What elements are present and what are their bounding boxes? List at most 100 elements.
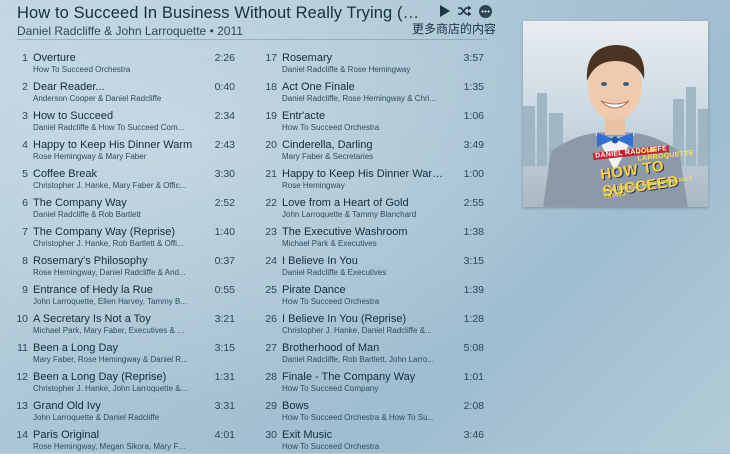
- album-title: How to Succeed In Business Without Reall…: [17, 4, 422, 22]
- track-artist: Christopher J. Hanke, Daniel Radcliffe &…: [282, 326, 432, 335]
- track-duration: 3:30: [214, 168, 235, 180]
- track-row[interactable]: 5 Coffee Break Christopher J. Hanke, Mary …: [14, 164, 239, 193]
- track-artist: How To Succeed Orchestra: [282, 123, 380, 132]
- track-row[interactable]: 13 Grand Old Ivy John Larroquette & Daniel…: [14, 396, 239, 425]
- track-artist: Christopher J. Hanke, John Larroquette &…: [33, 384, 188, 393]
- track-title: Coffee Break: [33, 168, 98, 180]
- track-duration: 1:00: [463, 168, 484, 180]
- track-title: Been a Long Day: [33, 342, 119, 354]
- track-duration: 1:28: [463, 313, 484, 325]
- more-icon[interactable]: [479, 4, 492, 18]
- track-title: Entr'acte: [282, 110, 326, 122]
- track-title: The Company Way: [33, 197, 127, 209]
- track-row[interactable]: 26 I Believe In You (Reprise) Christopher …: [263, 309, 488, 338]
- track-duration: 5:08: [463, 342, 484, 354]
- track-title: I Believe In You (Reprise): [282, 313, 407, 325]
- track-title: Bows: [282, 400, 309, 412]
- track-artist: How To Succeed Orchestra & How To Su...: [282, 413, 435, 422]
- track-title: Happy to Keep His Dinner Warm...: [282, 168, 450, 180]
- track-title: Grand Old Ivy: [33, 400, 101, 412]
- track-title: Overture: [33, 52, 76, 64]
- track-row[interactable]: 24 I Believe In You Daniel Radcliffe & Exe…: [263, 251, 488, 280]
- track-title: Rosemary: [282, 52, 333, 64]
- track-number: 12: [16, 371, 28, 383]
- track-duration: 3:21: [214, 313, 235, 325]
- track-artist: Daniel Radcliffe, Rob Bartlett, John Lar…: [282, 355, 434, 364]
- shuffle-icon[interactable]: [458, 4, 472, 18]
- track-row[interactable]: 1 Overture How To Succeed Orchestra 2:26: [14, 48, 239, 77]
- track-number: 25: [265, 284, 277, 296]
- track-artist: Mary Faber & Secretaries: [282, 152, 374, 161]
- track-title: Exit Music: [282, 429, 333, 441]
- track-row[interactable]: 22 Love from a Heart of Gold John Larroque…: [263, 193, 488, 222]
- track-duration: 1:40: [214, 226, 235, 238]
- track-number: 5: [22, 168, 28, 180]
- track-duration: 3:46: [463, 429, 484, 441]
- track-row[interactable]: 10 A Secretary Is Not a Toy Michael Park, …: [14, 309, 239, 338]
- track-number: 26: [265, 313, 277, 325]
- track-artist: Daniel Radcliffe & How To Succeed Com...: [33, 123, 185, 132]
- header-divider: [17, 39, 487, 40]
- album-controls: [437, 4, 492, 18]
- track-title: How to Succeed: [33, 110, 114, 122]
- track-artist: Michael Park, Mary Faber, Executives & S…: [33, 326, 189, 335]
- track-row[interactable]: 23 The Executive Washroom Michael Park & E…: [263, 222, 488, 251]
- track-row[interactable]: 12 Been a Long Day (Reprise) Christopher J…: [14, 367, 239, 396]
- track-row[interactable]: 21 Happy to Keep His Dinner Warm... Rose H…: [263, 164, 488, 193]
- track-row[interactable]: 18 Act One Finale Daniel Radcliffe, Rose H…: [263, 77, 488, 106]
- album-artwork[interactable]: DANIEL RADCLIFFE JOHN LARROQUETTE HOW TO…: [523, 21, 708, 207]
- more-in-store-link[interactable]: 更多商店的内容: [412, 20, 496, 37]
- track-artist: Daniel Radcliffe & Rose Hemingway: [282, 65, 411, 74]
- track-number: 6: [22, 197, 28, 209]
- track-duration: 1:31: [214, 371, 235, 383]
- track-row[interactable]: 17 Rosemary Daniel Radcliffe & Rose Heming…: [263, 48, 488, 77]
- track-title: Rosemary's Philosophy: [33, 255, 148, 267]
- track-row[interactable]: 30 Exit Music How To Succeed Orchestra 3:46: [263, 425, 488, 454]
- track-row[interactable]: 9 Entrance of Hedy la Rue John Larroquette…: [14, 280, 239, 309]
- track-artist: How To Succeed Orchestra: [282, 442, 380, 451]
- track-row[interactable]: 4 Happy to Keep His Dinner Warm Rose Hemin…: [14, 135, 239, 164]
- track-row[interactable]: 11 Been a Long Day Mary Faber, Rose Heming…: [14, 338, 239, 367]
- track-title: Act One Finale: [282, 81, 355, 93]
- track-number: 14: [16, 429, 28, 441]
- track-number: 27: [265, 342, 277, 354]
- track-artist: John Larroquette & Tammy Blanchard: [282, 210, 417, 219]
- track-number: 29: [265, 400, 277, 412]
- track-number: 2: [22, 81, 28, 93]
- track-artist: Rose Hemingway & Mary Faber: [33, 152, 147, 161]
- track-row[interactable]: 2 Dear Reader... Anderson Cooper & Daniel …: [14, 77, 239, 106]
- track-duration: 3:15: [463, 255, 484, 267]
- track-row[interactable]: 28 Finale - The Company Way How To Succeed…: [263, 367, 488, 396]
- track-artist: How To Succeed Orchestra: [33, 65, 131, 74]
- track-number: 3: [22, 110, 28, 122]
- track-duration: 4:01: [214, 429, 235, 441]
- track-row[interactable]: 19 Entr'acte How To Succeed Orchestra 1:06: [263, 106, 488, 135]
- track-row[interactable]: 7 The Company Way (Reprise) Christopher J.…: [14, 222, 239, 251]
- play-icon[interactable]: [437, 4, 451, 18]
- track-number: 19: [265, 110, 277, 122]
- track-row[interactable]: 29 Bows How To Succeed Orchestra & How To …: [263, 396, 488, 425]
- track-duration: 2:08: [463, 400, 484, 412]
- track-row[interactable]: 14 Paris Original Rose Hemingway, Megan Si…: [14, 425, 239, 454]
- track-title: Brotherhood of Man: [282, 342, 380, 354]
- track-title: Been a Long Day (Reprise): [33, 371, 167, 383]
- track-artist: Christopher J. Hanke, Rob Bartlett & Off…: [33, 239, 184, 248]
- track-number: 17: [265, 52, 277, 64]
- track-row[interactable]: 6 The Company Way Daniel Radcliffe & Rob B…: [14, 193, 239, 222]
- track-title: A Secretary Is Not a Toy: [33, 313, 151, 325]
- track-duration: 0:37: [214, 255, 235, 267]
- track-row[interactable]: 25 Pirate Dance How To Succeed Orchestra 1:…: [263, 280, 488, 309]
- track-artist: John Larroquette & Daniel Radcliffe: [33, 413, 160, 422]
- track-row[interactable]: 3 How to Succeed Daniel Radcliffe & How To…: [14, 106, 239, 135]
- track-title: The Company Way (Reprise): [33, 226, 176, 238]
- track-row[interactable]: 20 Cinderella, Darling Mary Faber & Secret…: [263, 135, 488, 164]
- track-artist: Daniel Radcliffe & Rob Bartlett: [33, 210, 141, 219]
- track-duration: 0:55: [214, 284, 235, 296]
- track-row[interactable]: 8 Rosemary's Philosophy Rose Hemingway, Da…: [14, 251, 239, 280]
- track-title: Finale - The Company Way: [282, 371, 416, 383]
- track-duration: 1:38: [463, 226, 484, 238]
- track-number: 28: [265, 371, 277, 383]
- track-row[interactable]: 27 Brotherhood of Man Daniel Radcliffe, Ro…: [263, 338, 488, 367]
- track-title: The Executive Washroom: [282, 226, 408, 238]
- track-duration: 3:15: [214, 342, 235, 354]
